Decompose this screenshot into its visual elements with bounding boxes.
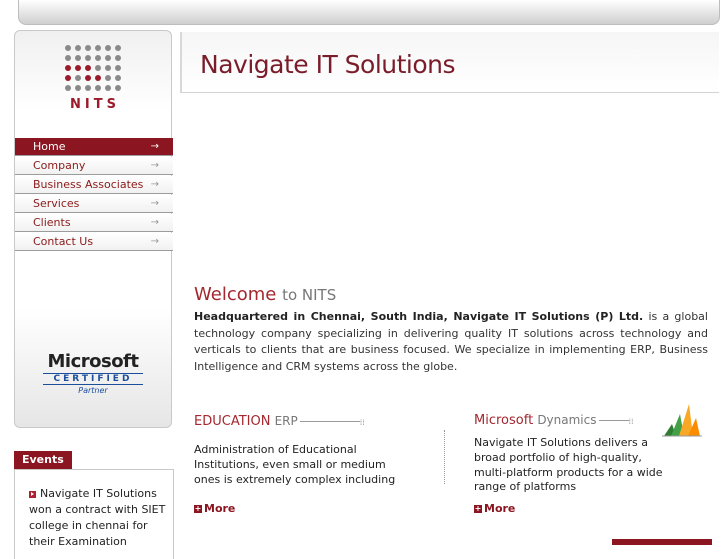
microsoft-dynamics-icon [662, 404, 702, 437]
bullet-arrow-icon [29, 490, 36, 498]
education-heading: EDUCATION ERP ⁞⁞ [194, 414, 365, 429]
top-bar [18, 0, 720, 25]
grid-dots-icon: ⁞⁞ [359, 418, 365, 427]
nav-item-label: Contact Us [33, 235, 94, 248]
dynamics-more-link[interactable]: + More [474, 502, 515, 515]
events-title: Events [14, 451, 72, 469]
nav-item-services[interactable]: Services → [15, 195, 173, 213]
arrow-right-icon: → [150, 160, 159, 171]
badge-brand: Microsoft [47, 351, 139, 372]
dynamics-text: Navigate IT Solutions delivers a broad p… [474, 436, 663, 494]
nav-item-label: Clients [33, 216, 71, 229]
left-sidebar: NITS Home → Company → Business Associate… [14, 30, 173, 428]
arrow-right-icon: → [150, 141, 159, 152]
microsoft-certified-badge[interactable]: Microsoft CERTIFIED Partner [43, 351, 143, 395]
education-text: Administration of Educational Institutio… [194, 443, 396, 486]
intro-paragraph: Headquartered in Chennai, South India, N… [194, 309, 708, 375]
nav-item-label: Services [33, 197, 80, 210]
logo-dots-icon [65, 45, 127, 91]
nav-item-clients[interactable]: Clients → [15, 214, 173, 232]
nits-logo[interactable]: NITS [63, 45, 127, 112]
event-text: Navigate IT Solutions won a contract wit… [29, 487, 166, 548]
nav-item-label: Company [33, 159, 86, 172]
logo-text: NITS [70, 97, 120, 112]
education-title: EDUCATION [194, 414, 271, 429]
arrow-right-icon: → [150, 179, 159, 190]
arrow-right-icon: → [150, 198, 159, 209]
badge-partner: Partner [78, 386, 108, 395]
arrow-right-icon: → [150, 236, 159, 247]
heading-rule [598, 420, 629, 421]
dynamics-sub: Dynamics [537, 413, 597, 427]
nav-item-company[interactable]: Company → [15, 157, 173, 175]
main-nav: Home → Company → Business Associates → S… [15, 138, 173, 252]
bottom-accent-bar [612, 539, 712, 545]
welcome-word: Welcome [194, 284, 277, 305]
plus-icon: + [194, 504, 202, 513]
welcome-to: to NITS [282, 286, 337, 304]
education-more-link[interactable]: + More [194, 502, 235, 515]
nav-item-label: Business Associates [33, 178, 144, 191]
grid-dots-icon: ⁞⁞ [628, 417, 634, 426]
more-label: More [484, 502, 516, 515]
nav-item-home[interactable]: Home → [15, 138, 173, 156]
page-header: Navigate IT Solutions [180, 32, 719, 93]
event-item[interactable]: Navigate IT Solutions won a contract wit… [29, 486, 169, 550]
nav-item-label: Home [33, 140, 66, 153]
heading-rule [299, 421, 360, 422]
intro-bold: Headquartered in Chennai, South India, N… [194, 310, 644, 323]
plus-icon: + [474, 504, 482, 513]
nav-item-business-associates[interactable]: Business Associates → [15, 176, 173, 194]
dynamics-heading: Microsoft Dynamics ⁞⁞ [474, 413, 634, 428]
arrow-right-icon: → [150, 217, 159, 228]
welcome-heading: Welcome to NITS [194, 284, 336, 305]
more-label: More [204, 502, 236, 515]
nav-item-contact-us[interactable]: Contact Us → [15, 233, 173, 251]
education-sub: ERP [274, 414, 298, 428]
site-title: Navigate IT Solutions [200, 50, 456, 79]
badge-certified: CERTIFIED [43, 373, 143, 385]
dynamics-title: Microsoft [474, 413, 534, 428]
column-divider [444, 430, 445, 484]
events-panel: Navigate IT Solutions won a contract wit… [14, 469, 174, 559]
